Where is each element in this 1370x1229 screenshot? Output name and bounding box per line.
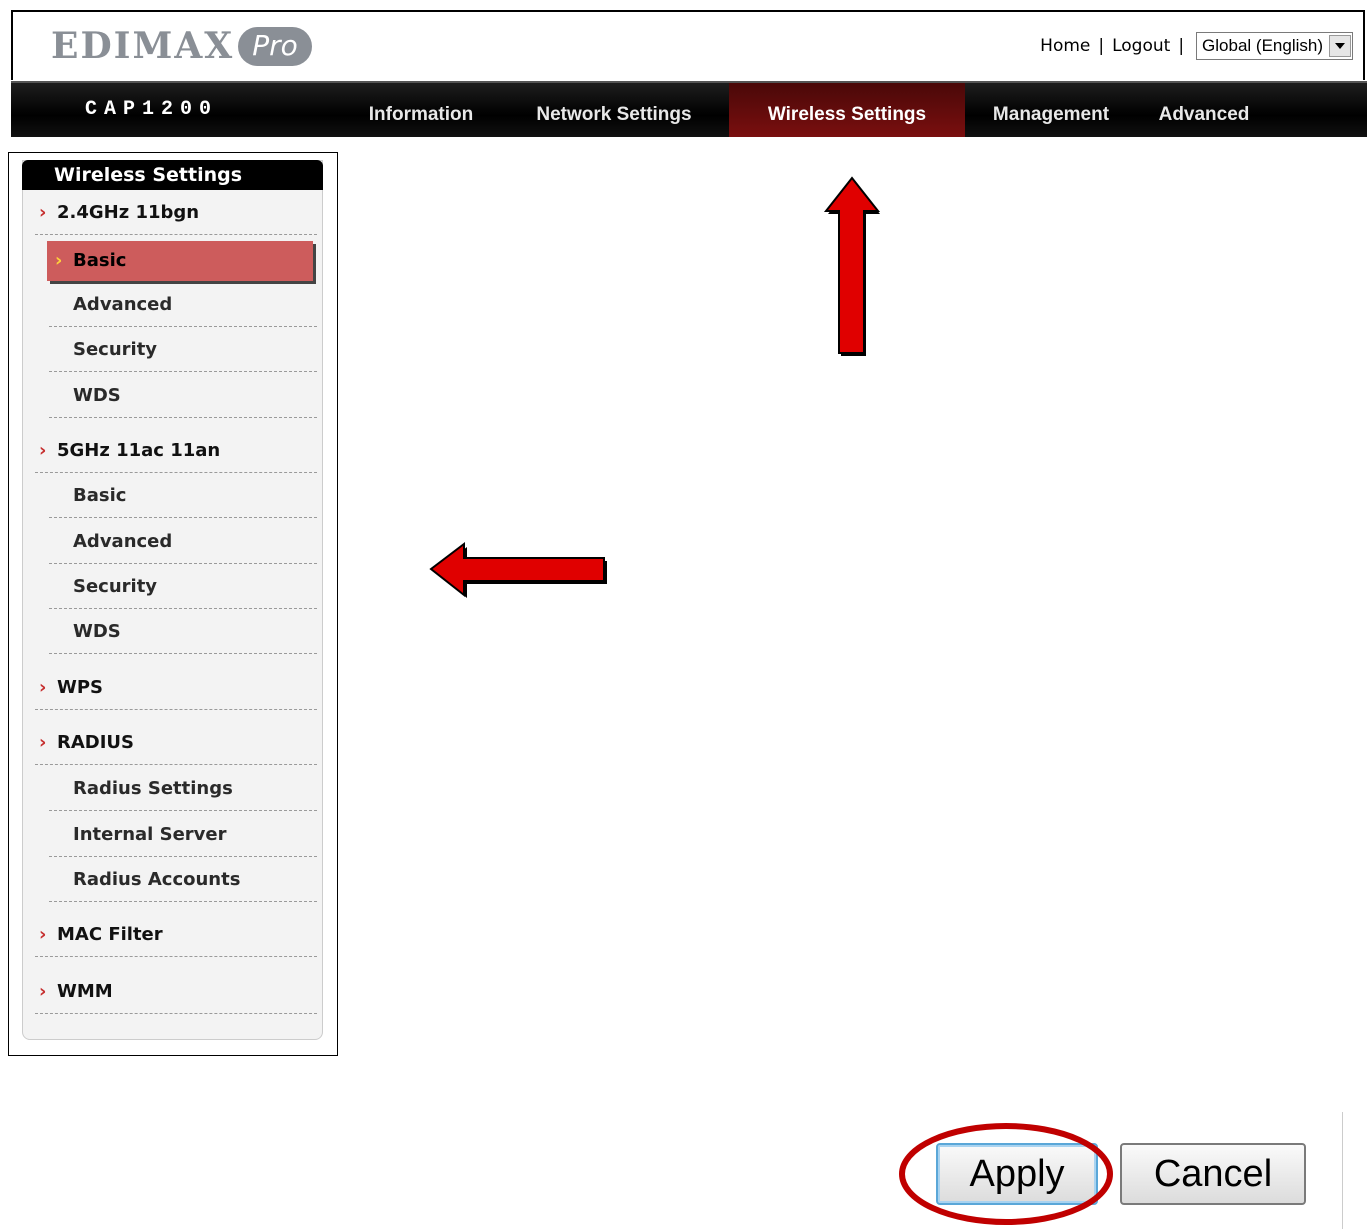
sidebar-group-label: 2.4GHz 11bgn	[57, 202, 200, 223]
sidebar-item-label: Radius Settings	[73, 778, 233, 799]
sidebar-item-24-security[interactable]: Security	[23, 328, 323, 372]
edimax-pro-logo[interactable]: EDIMAX Pro	[51, 20, 312, 72]
sidebar-frame: Wireless Settings › 2.4GHz 11bgn › Basic A…	[8, 152, 338, 1056]
chevron-right-icon: ›	[39, 202, 47, 223]
logout-link[interactable]: Logout	[1112, 36, 1170, 56]
sidebar-group-wmm[interactable]: › WMM	[23, 970, 323, 1014]
sidebar-group-5ghz[interactable]: › 5GHz 11ac 11an	[23, 429, 323, 473]
sidebar-item-label: WDS	[73, 621, 121, 642]
chevron-right-icon: ›	[55, 250, 63, 271]
divider	[49, 563, 317, 564]
divider	[49, 856, 317, 857]
link-separator: |	[1098, 36, 1105, 56]
sidebar-group-label: MAC Filter	[57, 924, 163, 945]
language-select[interactable]: Global (English)	[1196, 32, 1353, 60]
sidebar-item-5-advanced[interactable]: Advanced	[23, 520, 323, 564]
sidebar-item-5-wds[interactable]: WDS	[23, 610, 323, 654]
highlight-circle-icon	[899, 1123, 1113, 1225]
divider	[49, 653, 317, 654]
sidebar-group-label: 5GHz 11ac 11an	[57, 440, 221, 461]
sidebar-item-5-security[interactable]: Security	[23, 565, 323, 609]
divider	[1342, 1112, 1343, 1229]
tab-network-settings[interactable]: Network Settings	[519, 83, 709, 137]
tab-information[interactable]: Information	[351, 83, 491, 137]
tab-wireless-settings[interactable]: Wireless Settings	[729, 83, 965, 137]
sidebar-item-label: Advanced	[73, 294, 173, 315]
main-nav: CAP1200 Information Network Settings Wir…	[11, 81, 1367, 137]
chevron-right-icon: ›	[39, 677, 47, 698]
chevron-right-icon: ›	[39, 732, 47, 753]
sidebar-item-24-basic[interactable]: › Basic	[47, 241, 313, 281]
logo-text: EDIMAX	[51, 25, 235, 67]
divider	[49, 517, 317, 518]
divider	[35, 1013, 317, 1014]
sidebar-item-internal-server[interactable]: Internal Server	[23, 813, 323, 857]
sidebar: Wireless Settings › 2.4GHz 11bgn › Basic A…	[22, 160, 323, 1040]
home-link[interactable]: Home	[1040, 36, 1090, 56]
chevron-right-icon: ›	[39, 924, 47, 945]
logo-badge: Pro	[238, 26, 312, 66]
sidebar-item-label: Radius Accounts	[73, 869, 241, 890]
sidebar-item-label: Security	[73, 576, 158, 597]
sidebar-item-radius-settings[interactable]: Radius Settings	[23, 767, 323, 811]
sidebar-group-wps[interactable]: › WPS	[23, 666, 323, 710]
top-links: Home | Logout | Global (English)	[1040, 32, 1353, 60]
divider	[49, 608, 317, 609]
sidebar-title: Wireless Settings	[22, 160, 323, 190]
cancel-button[interactable]: Cancel	[1120, 1143, 1306, 1205]
link-separator: |	[1178, 36, 1185, 56]
header: EDIMAX Pro Home | Logout | Global (Engli…	[11, 10, 1365, 80]
divider	[49, 810, 317, 811]
chevron-down-icon[interactable]	[1329, 35, 1351, 57]
red-arrow-up-icon	[823, 176, 881, 356]
sidebar-group-2-4ghz[interactable]: › 2.4GHz 11bgn	[23, 191, 323, 235]
language-value: Global (English)	[1202, 36, 1323, 55]
sidebar-item-24-advanced[interactable]: Advanced	[23, 283, 323, 327]
chevron-right-icon: ›	[39, 981, 47, 1002]
sidebar-item-label: Basic	[73, 485, 127, 506]
sidebar-item-label: WDS	[73, 385, 121, 406]
divider	[35, 472, 317, 473]
sidebar-group-label: RADIUS	[57, 732, 135, 753]
divider	[49, 326, 317, 327]
sidebar-item-24-wds[interactable]: WDS	[23, 374, 323, 418]
divider	[35, 234, 317, 235]
sidebar-item-radius-accounts[interactable]: Radius Accounts	[23, 858, 323, 902]
sidebar-group-mac-filter[interactable]: › MAC Filter	[23, 913, 323, 957]
red-arrow-left-icon	[429, 541, 607, 598]
chevron-right-icon: ›	[39, 440, 47, 461]
model-name: CAP1200	[85, 98, 219, 121]
sidebar-item-label: Advanced	[73, 531, 173, 552]
divider	[49, 417, 317, 418]
sidebar-item-label: Internal Server	[73, 824, 227, 845]
sidebar-group-label: WMM	[57, 981, 113, 1002]
sidebar-item-label: Basic	[73, 250, 127, 271]
sidebar-group-radius[interactable]: › RADIUS	[23, 721, 323, 765]
divider	[35, 709, 317, 710]
divider	[49, 901, 317, 902]
tab-management[interactable]: Management	[977, 83, 1125, 137]
tab-advanced[interactable]: Advanced	[1139, 83, 1269, 137]
divider	[49, 371, 317, 372]
divider	[35, 956, 317, 957]
divider	[35, 764, 317, 765]
sidebar-item-label: Security	[73, 339, 158, 360]
sidebar-item-5-basic[interactable]: Basic	[23, 474, 323, 518]
sidebar-group-label: WPS	[57, 677, 104, 698]
